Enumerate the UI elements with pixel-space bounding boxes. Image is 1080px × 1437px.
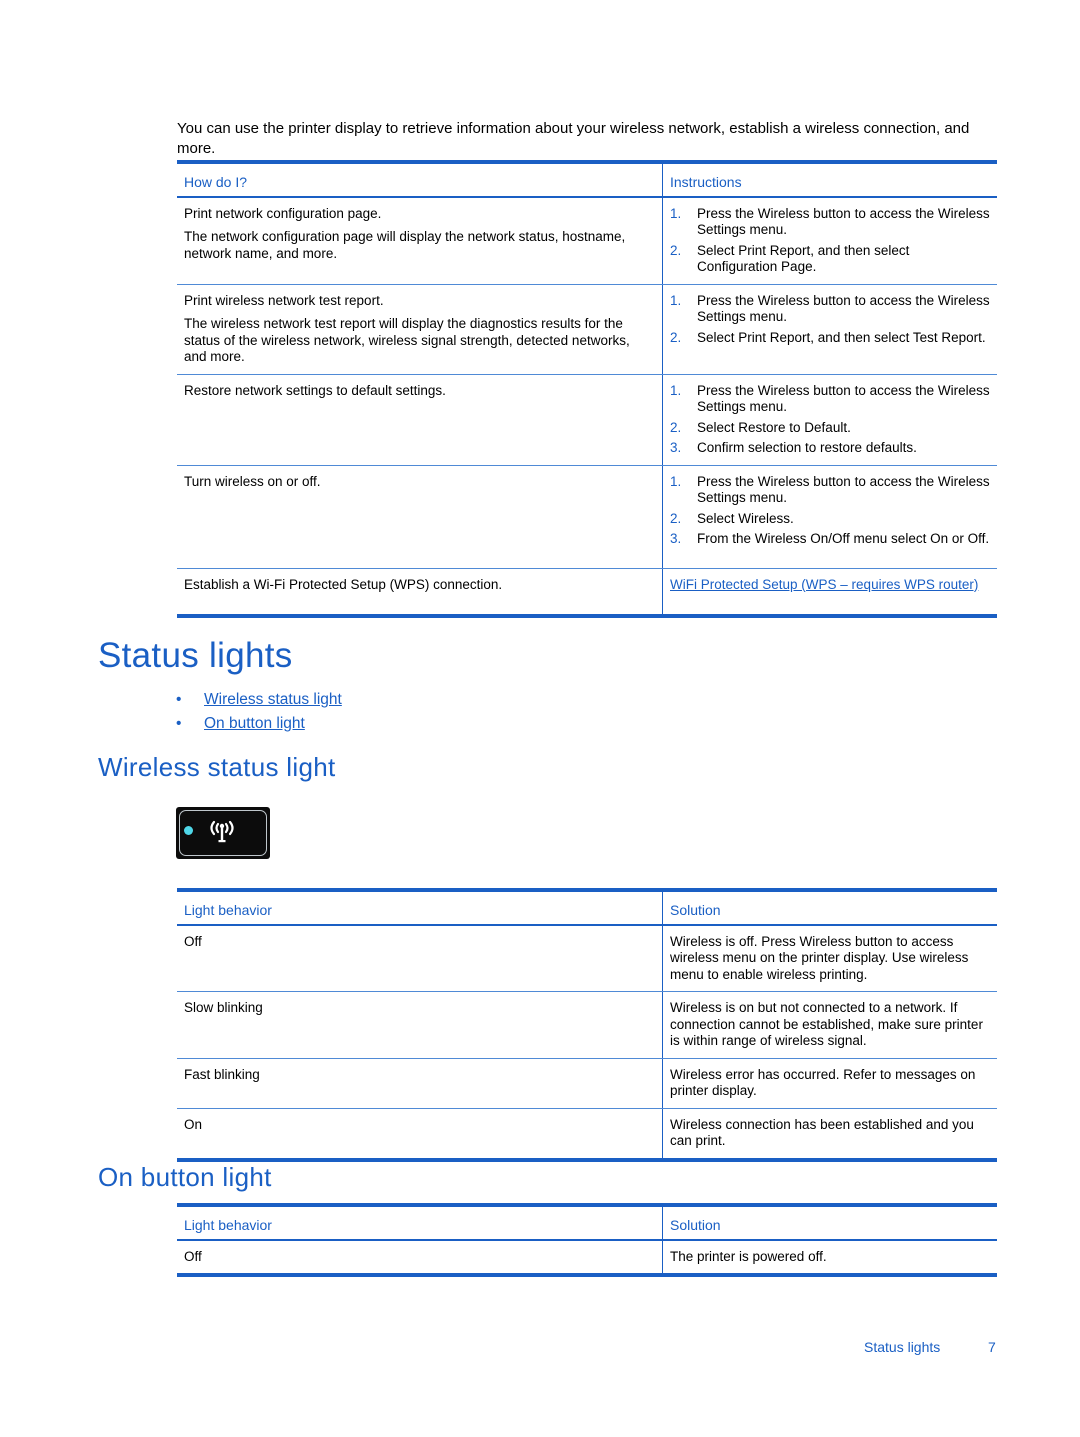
step-item: 1. Press the Wireless button to access th… xyxy=(670,292,990,325)
toc-item: • Wireless status light xyxy=(176,688,342,712)
solution-cell: Wireless is on but not connected to a ne… xyxy=(662,991,997,1059)
behavior-cell: Slow blinking xyxy=(177,991,663,1059)
task-title: Print wireless network test report. xyxy=(184,292,384,308)
task-cell: Print network configuration page. The ne… xyxy=(177,196,663,285)
table-header-row: How do I? Instructions xyxy=(177,160,997,198)
task-title: Establish a Wi-Fi Protected Setup (WPS) … xyxy=(184,576,503,592)
task-detail: The wireless network test report will di… xyxy=(184,316,630,364)
wps-setup-link[interactable]: WiFi Protected Setup (WPS – requires WPS… xyxy=(670,577,978,592)
step-item: 2. Select Print Report, and then select C… xyxy=(670,242,910,275)
wireless-button-panel-image xyxy=(176,807,270,859)
step-item: 1. Press the Wireless button to access th… xyxy=(670,205,990,238)
table-header-row: Light behavior Solution xyxy=(177,1203,997,1241)
task-detail: The network configuration page will disp… xyxy=(184,229,626,261)
wireless-led-indicator xyxy=(184,826,193,835)
column-header-solution: Solution xyxy=(662,1203,997,1241)
steps-list: 1. Press the Wireless button to access th… xyxy=(670,383,990,457)
wireless-section-heading: Wireless status light xyxy=(98,752,336,782)
solution-cell: Wireless is off. Press Wireless button t… xyxy=(662,924,997,992)
on-button-light-table: Light behavior Solution Off The printer … xyxy=(177,1203,997,1277)
column-header-instructions: Instructions xyxy=(662,160,997,198)
footer-section-name: Status lights xyxy=(864,1339,941,1355)
table-row: Fast blinking Wireless error has occurre… xyxy=(177,1058,997,1109)
instructions-cell: 1. Press the Wireless button to access th… xyxy=(662,284,997,375)
step-item: 1. Press the Wireless button to access th… xyxy=(670,382,990,415)
table-row: Restore network settings to default sett… xyxy=(177,374,997,466)
behavior-cell: Fast blinking xyxy=(177,1058,663,1109)
solution-cell: Wireless connection has been established… xyxy=(662,1108,997,1162)
instructions-cell: 1. Press the Wireless button to access th… xyxy=(662,196,997,285)
steps-list: 1. Press the Wireless button to access th… xyxy=(670,474,990,548)
column-header-light-behavior: Light behavior xyxy=(177,1203,663,1241)
instructions-cell: 1. Press the Wireless button to access th… xyxy=(662,374,997,466)
wireless-antenna-icon xyxy=(210,820,234,843)
table-row: Off The printer is powered off. xyxy=(177,1239,997,1277)
table-row: Print network configuration page. The ne… xyxy=(177,196,997,285)
page-title: Status lights xyxy=(98,636,293,675)
behavior-cell: Off xyxy=(177,924,663,992)
toc-item: • On button light xyxy=(176,712,342,736)
steps-list: 1. Press the Wireless button to access th… xyxy=(670,206,990,276)
step-item: 3. From the Wireless On/Off menu select O… xyxy=(670,531,990,546)
solution-cell: The printer is powered off. xyxy=(662,1239,997,1277)
solution-cell: Wireless error has occurred. Refer to me… xyxy=(662,1058,997,1109)
intro-paragraph: You can use the printer display to retri… xyxy=(177,120,970,157)
task-title: Print network configuration page. xyxy=(184,205,382,221)
task-cell: Print wireless network test report. The … xyxy=(177,284,663,375)
table-row: Print wireless network test report. The … xyxy=(177,284,997,375)
toc-link-wireless-status-light[interactable]: Wireless status light xyxy=(204,688,342,712)
task-title: Turn wireless on or off. xyxy=(184,473,321,489)
instructions-cell: WiFi Protected Setup (WPS – requires WPS… xyxy=(662,568,997,618)
steps-list: 1. Press the Wireless button to access th… xyxy=(670,293,990,347)
step-item: 1. Press the Wireless button to access th… xyxy=(670,473,990,506)
section-toc: • Wireless status light • On button light xyxy=(176,688,342,735)
table-header-row: Light behavior Solution xyxy=(177,888,997,926)
wireless-light-table: Light behavior Solution Off Wireless is … xyxy=(177,888,997,1162)
step-item: 3. Confirm selection to restore defaults. xyxy=(670,440,917,455)
table-row: Off Wireless is off. Press Wireless butt… xyxy=(177,924,997,992)
column-header-how-do-i: How do I? xyxy=(177,160,663,198)
on-button-section-heading: On button light xyxy=(98,1162,272,1192)
instructions-cell: 1. Press the Wireless button to access th… xyxy=(662,465,997,569)
step-item: 2. Select Wireless. xyxy=(670,510,794,526)
table-row: Establish a Wi-Fi Protected Setup (WPS) … xyxy=(177,568,997,618)
toc-link-on-button-light[interactable]: On button light xyxy=(204,712,305,736)
network-tasks-table: How do I? Instructions Print network con… xyxy=(177,160,997,618)
column-header-light-behavior: Light behavior xyxy=(177,888,663,926)
behavior-cell: Off xyxy=(177,1239,663,1277)
task-cell: Restore network settings to default sett… xyxy=(177,374,663,466)
column-header-solution: Solution xyxy=(662,888,997,926)
task-title: Restore network settings to default sett… xyxy=(184,382,446,398)
table-row: On Wireless connection has been establis… xyxy=(177,1108,997,1162)
table-row: Turn wireless on or off. 1. Press the Wir… xyxy=(177,465,997,569)
step-item: 2. Select Restore to Default. xyxy=(670,419,851,435)
step-item: 2. Select Print Report, and then select T… xyxy=(670,329,986,345)
behavior-cell: On xyxy=(177,1108,663,1162)
task-cell: Turn wireless on or off. xyxy=(177,465,663,569)
table-row: Slow blinking Wireless is on but not con… xyxy=(177,991,997,1059)
footer-page-number: 7 xyxy=(988,1339,996,1355)
task-cell: Establish a Wi-Fi Protected Setup (WPS) … xyxy=(177,568,663,618)
